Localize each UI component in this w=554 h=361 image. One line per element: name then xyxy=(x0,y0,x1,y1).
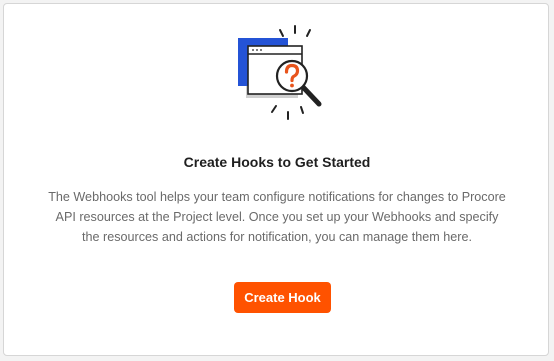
empty-state-description: The Webhooks tool helps your team config… xyxy=(48,190,506,244)
empty-state-title: Create Hooks to Get Started xyxy=(183,154,371,170)
empty-state-card: Create Hooks to Get Started The Webhooks… xyxy=(3,3,549,356)
create-hook-button[interactable]: Create Hook xyxy=(234,282,331,313)
window-magnifier-question-icon xyxy=(238,25,322,120)
